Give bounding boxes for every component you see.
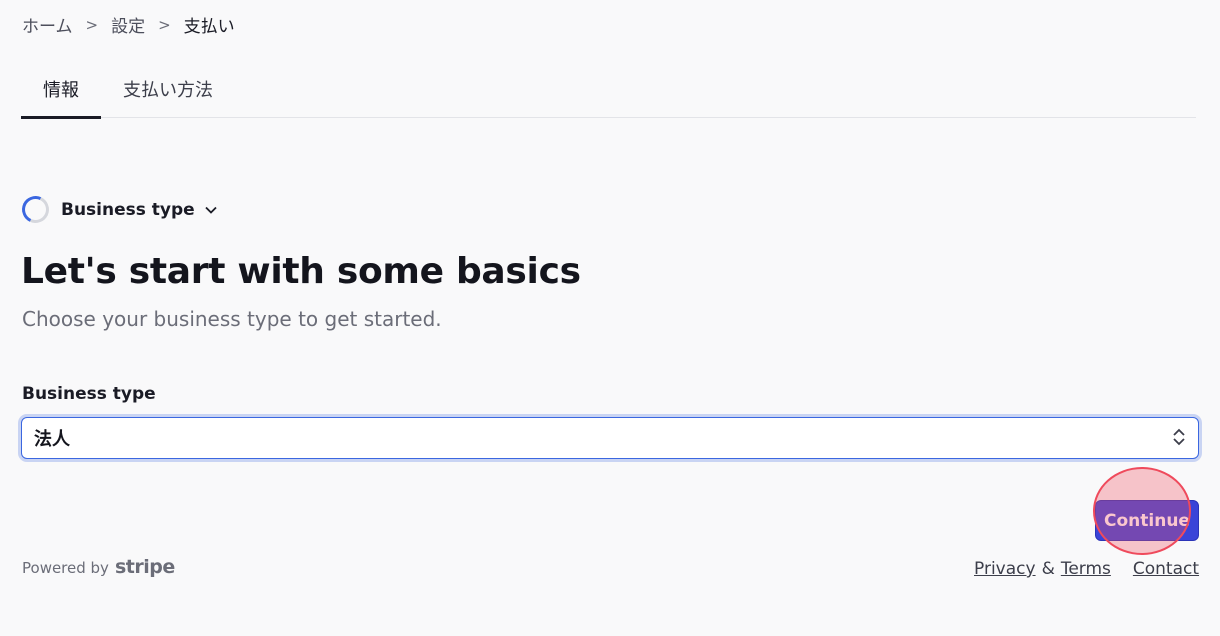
breadcrumb-settings[interactable]: 設定 — [111, 12, 145, 37]
up-down-chevron-icon — [1172, 428, 1186, 449]
powered-by-text: Powered by — [22, 559, 109, 577]
chevron-down-icon — [205, 203, 217, 217]
ampersand: & — [1041, 559, 1055, 579]
business-type-select[interactable]: 法人 — [21, 417, 1199, 459]
continue-button[interactable]: Continue — [1095, 500, 1199, 541]
progress-spinner-icon — [18, 192, 53, 227]
powered-by-stripe[interactable]: Powered by stripe — [22, 556, 175, 578]
contact-link[interactable]: Contact — [1133, 559, 1199, 579]
tab-bar: 情報 支払い方法 — [21, 60, 1196, 119]
business-type-value: 法人 — [34, 429, 70, 450]
breadcrumb-current: 支払い — [183, 17, 235, 37]
tab-info[interactable]: 情報 — [21, 60, 101, 119]
footer-links: Privacy & Terms Contact — [974, 559, 1199, 579]
step-selector[interactable]: Business type — [18, 192, 217, 227]
terms-link[interactable]: Terms — [1061, 559, 1111, 579]
tab-payment-method[interactable]: 支払い方法 — [101, 60, 235, 118]
page-subtitle: Choose your business type to get started… — [22, 307, 442, 331]
business-type-label: Business type — [22, 384, 156, 404]
chevron-right-icon: > — [158, 15, 171, 34]
step-label: Business type — [61, 199, 195, 220]
breadcrumb-home[interactable]: ホーム — [22, 12, 73, 37]
privacy-link[interactable]: Privacy — [974, 559, 1036, 579]
chevron-right-icon: > — [85, 15, 99, 34]
page-title: Let's start with some basics — [21, 251, 581, 292]
stripe-logo: stripe — [114, 556, 175, 578]
breadcrumb: ホーム > 設定 > 支払い — [22, 12, 235, 38]
